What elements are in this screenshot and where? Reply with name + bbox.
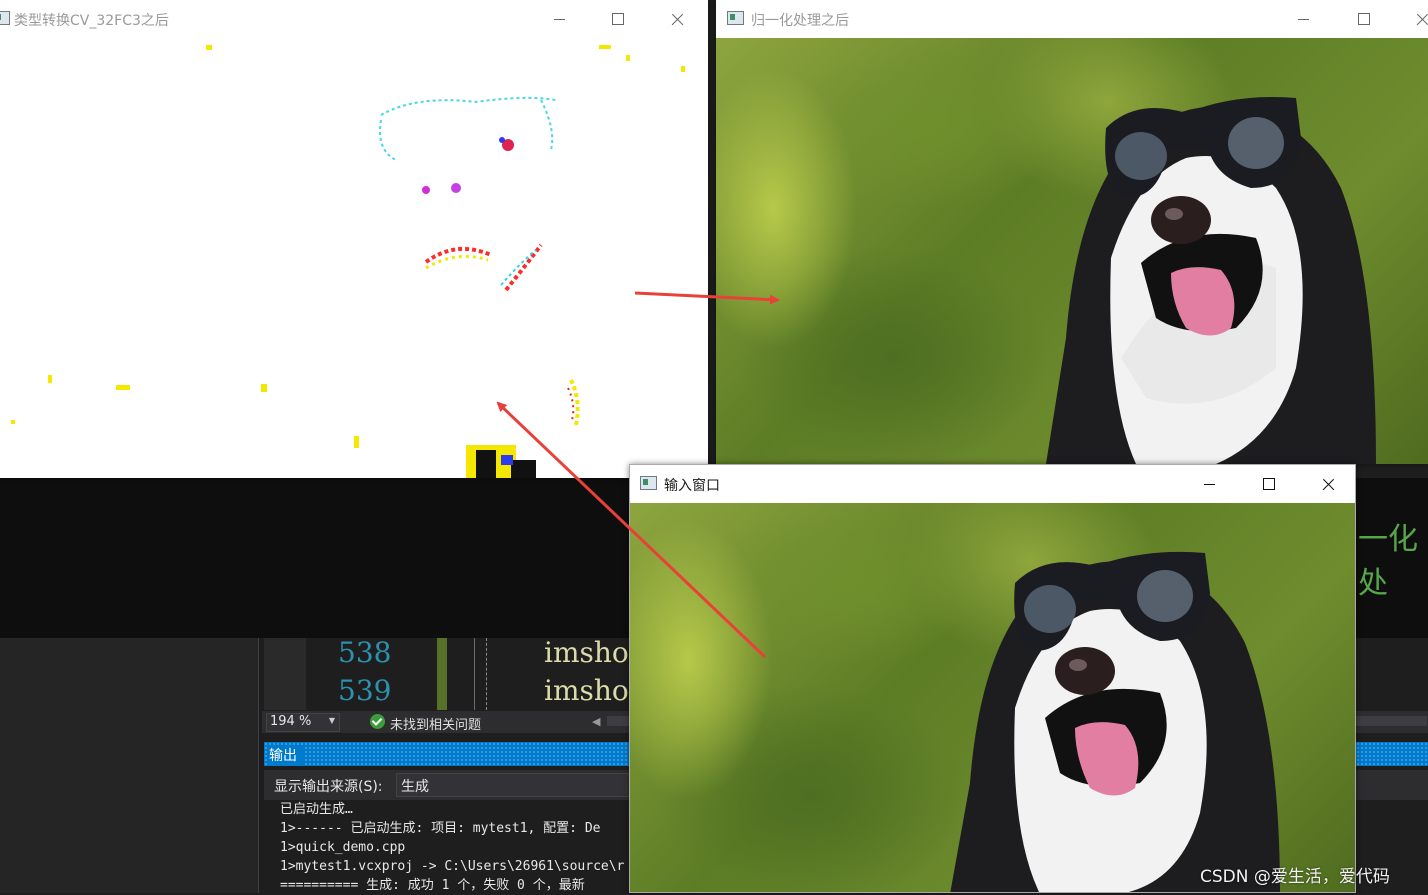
output-source-label: 显示输出来源(S): bbox=[274, 779, 383, 795]
close-button[interactable] bbox=[1400, 4, 1428, 34]
indent-guide-dashed bbox=[486, 638, 487, 710]
chevron-down-icon: ▼ bbox=[328, 716, 335, 725]
husky-illustration bbox=[950, 551, 1280, 892]
close-button[interactable] bbox=[1306, 469, 1350, 499]
output-line: 已启动生成… bbox=[280, 802, 353, 817]
app-icon bbox=[0, 11, 10, 25]
output-line: 1>mytest1.vcxproj -> C:\Users\26961\sour… bbox=[280, 859, 625, 874]
indent-guide bbox=[474, 638, 475, 710]
change-marker bbox=[437, 674, 447, 710]
normalized-dog-image bbox=[716, 38, 1428, 464]
maximize-button[interactable] bbox=[1342, 4, 1386, 34]
change-marker bbox=[437, 638, 447, 674]
window-title: 类型转换CV_32FC3之后 bbox=[14, 13, 169, 29]
output-source-value: 生成 bbox=[401, 779, 429, 795]
app-icon bbox=[640, 476, 657, 490]
maximize-button[interactable] bbox=[1247, 469, 1291, 499]
scroll-left-icon[interactable]: ◀ bbox=[592, 715, 600, 728]
output-source-select[interactable]: 生成 bbox=[396, 773, 638, 797]
input-dog-image bbox=[630, 503, 1355, 892]
saturated-pixel-noise bbox=[11, 45, 685, 478]
cv32fc3-image-window[interactable]: 类型转换CV_32FC3之后 bbox=[0, 0, 708, 478]
minimize-button[interactable] bbox=[538, 4, 582, 34]
husky-illustration bbox=[1046, 97, 1376, 464]
normalized-image-window[interactable]: 归一化处理之后 bbox=[716, 0, 1428, 464]
output-line: 1>quick_demo.cpp bbox=[280, 840, 406, 855]
line-number: 539 bbox=[338, 674, 392, 707]
minimize-button[interactable] bbox=[1188, 469, 1232, 499]
window-title: 归一化处理之后 bbox=[751, 13, 849, 29]
zoom-value: 194 % bbox=[270, 714, 312, 729]
watermark: CSDN @爱生活，爱代码 bbox=[1200, 867, 1390, 887]
output-panel-title: 输出 bbox=[269, 745, 303, 765]
editor-gutter bbox=[264, 638, 306, 710]
window-title: 输入窗口 bbox=[664, 478, 720, 494]
window-title-bar[interactable]: 归一化处理之后 bbox=[716, 0, 1428, 38]
editor-partial-text: 一化处 bbox=[1358, 522, 1418, 601]
check-circle-icon bbox=[370, 714, 385, 729]
issues-status[interactable]: 未找到相关问题 bbox=[390, 714, 481, 733]
output-line: 1>------ 已启动生成: 项目: mytest1, 配置: De bbox=[280, 821, 601, 836]
input-image-window[interactable]: 输入窗口 bbox=[629, 464, 1356, 893]
zoom-dropdown[interactable]: 194 % ▼ bbox=[266, 713, 340, 732]
close-button[interactable] bbox=[655, 4, 699, 34]
app-icon bbox=[727, 11, 744, 25]
cv32fc3-converted-image bbox=[0, 40, 708, 478]
maximize-button[interactable] bbox=[596, 4, 640, 34]
ide-side-panel bbox=[0, 638, 259, 893]
window-title-bar[interactable]: 输入窗口 bbox=[630, 465, 1355, 503]
line-number: 538 bbox=[338, 636, 392, 669]
output-line: ========== 生成: 成功 1 个，失败 0 个，最新 bbox=[280, 878, 585, 893]
minimize-button[interactable] bbox=[1282, 4, 1326, 34]
window-title-bar[interactable]: 类型转换CV_32FC3之后 bbox=[0, 0, 708, 38]
